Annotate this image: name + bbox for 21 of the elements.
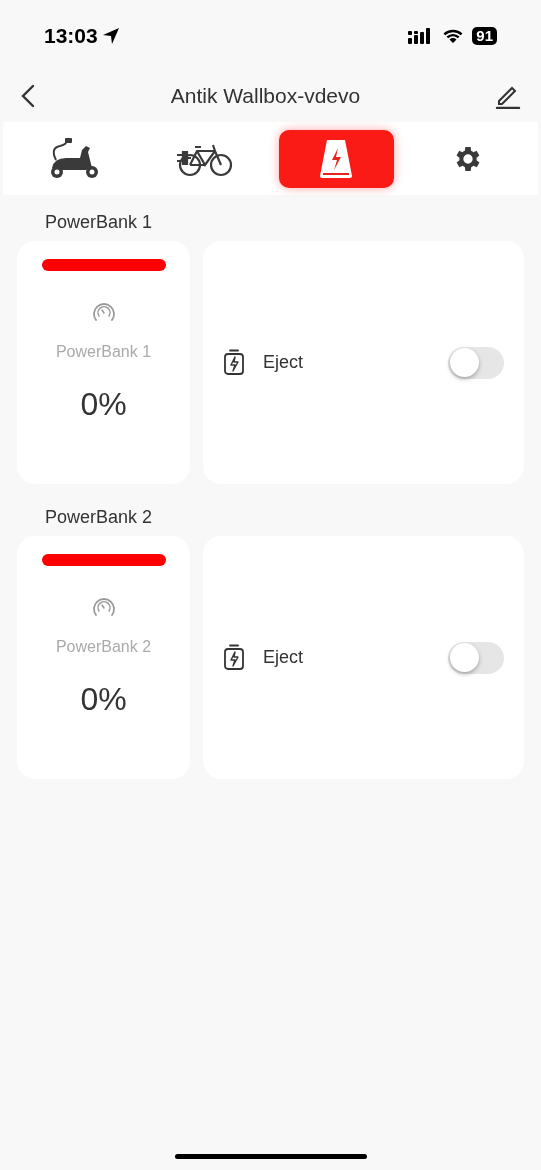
clock: 13:03	[44, 23, 98, 50]
powerbank-icon	[318, 137, 355, 180]
screen-title: Antik Wallbox-vdevo	[170, 83, 361, 110]
toggle-switch[interactable]	[448, 346, 504, 379]
device-name: PowerBank 1	[55, 342, 152, 362]
charge-percent: 0%	[80, 680, 127, 719]
battery-bolt-icon	[223, 349, 245, 376]
gauge-icon	[90, 300, 117, 322]
section-heading: PowerBank 2	[45, 505, 153, 529]
battery-bolt-icon	[223, 644, 245, 671]
charge-percent: 0%	[80, 385, 127, 424]
wifi-icon	[442, 28, 465, 44]
eject-label: Eject	[263, 646, 305, 669]
battery-indicator: 91	[472, 27, 497, 45]
eject-label: Eject	[263, 351, 305, 374]
gauge-icon	[90, 595, 117, 617]
back-icon[interactable]	[20, 84, 36, 108]
toggle-switch[interactable]	[448, 641, 504, 674]
device-name: PowerBank 2	[55, 637, 152, 657]
section-heading: PowerBank 1	[45, 210, 153, 234]
location-arrow-icon	[101, 27, 120, 45]
